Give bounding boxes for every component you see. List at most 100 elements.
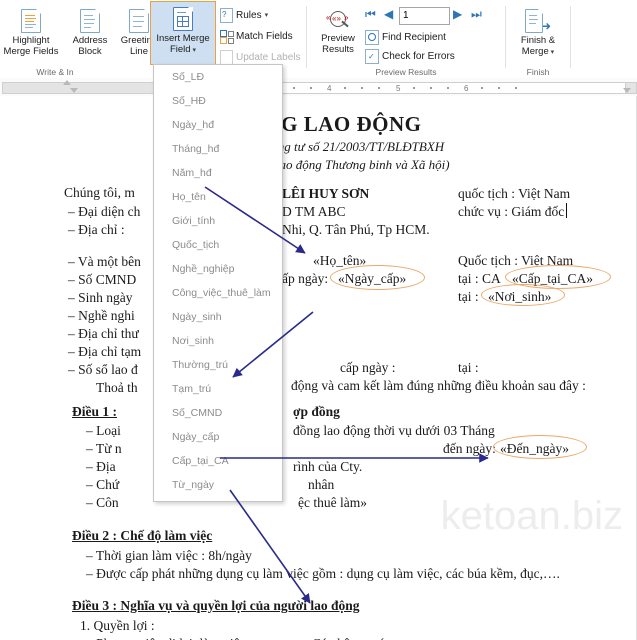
rules-button[interactable]: ? Rules ▾ <box>220 6 268 24</box>
field-ho-ten[interactable]: «Họ_tên» <box>313 253 366 269</box>
preview-results-label-2: Results <box>322 44 354 55</box>
field-noi-sinh[interactable]: «Nơi_sinh» <box>488 289 551 305</box>
ruler-dot <box>378 87 380 89</box>
finish-and-merge-icon: ➜ <box>509 3 567 33</box>
document-tai-plain: tại : <box>458 360 479 375</box>
ribbon-mailings-tab: Highlight Merge Fields Address Block Gre… <box>0 0 637 79</box>
check-for-errors-button[interactable]: ✓ Check for Errors <box>365 47 455 65</box>
menu-item-so-cmnd[interactable]: Số_CMND <box>154 401 282 425</box>
menu-item-quoc-tich[interactable]: Quốc_tịch <box>154 233 282 257</box>
document-thoa-thuan: Thoả th <box>96 380 138 395</box>
dieu1-item-right: nhân <box>308 477 335 492</box>
document-tai-ca-label: tại : CA <box>458 271 501 286</box>
insert-merge-field-icon <box>151 2 215 31</box>
dieu2-item: – Được cấp phát những dụng cụ làm việc g… <box>86 566 560 581</box>
insert-merge-field-label-2: Field <box>169 44 191 55</box>
text-cursor <box>566 203 567 218</box>
first-record-icon[interactable]: ⏮ <box>365 6 376 22</box>
insert-merge-field-menu[interactable]: Số_LĐ Số_HĐ Ngày_hđ Tháng_hđ Năm_hđ Họ_t… <box>153 64 283 502</box>
menu-item-nam-hd[interactable]: Năm_hđ <box>154 161 282 185</box>
ruler-tick-6: 6 <box>464 84 469 93</box>
rules-caret-icon[interactable]: ▾ <box>265 11 269 19</box>
document-left-line: – Đại diện ch <box>68 204 141 219</box>
check-for-errors-label: Check for Errors <box>382 50 455 62</box>
ruler-dot <box>361 87 363 89</box>
menu-item-thuong-tru[interactable]: Thường_trú <box>154 353 282 377</box>
dieu3-item: – Phương tiện đi lại, làm việc : <box>86 636 253 640</box>
field-cap-tai-ca[interactable]: «Cấp_tại_CA» <box>512 271 593 287</box>
menu-item-cap-tai-ca[interactable]: Cấp_tại_CA <box>154 449 282 473</box>
ruler-tick-4: 4 <box>327 84 332 93</box>
document-left-line: – Và một bên <box>68 254 141 269</box>
field-ngay-cap[interactable]: «Ngày_cấp» <box>338 271 406 287</box>
greeting-line-label-2: Line <box>130 46 148 57</box>
ruler-dot <box>344 87 346 89</box>
menu-item-tam-tru[interactable]: Tạm_trú <box>154 377 282 401</box>
insert-merge-field-caret-icon[interactable]: ▾ <box>191 47 197 54</box>
horizontal-ruler[interactable]: 3 4 5 6 <box>0 78 637 97</box>
record-number-input[interactable]: 1 <box>399 7 450 25</box>
find-recipient-button[interactable]: Find Recipient <box>365 28 446 46</box>
menu-item-den-ngay[interactable]: Đến_ngày <box>154 497 282 501</box>
document-quoc-tich-top: quốc tịch : Việt Nam <box>458 186 571 201</box>
finish-and-merge-caret-icon[interactable]: ▾ <box>549 49 555 56</box>
preview-results-icon: «» « » <box>309 3 367 31</box>
document-ca-nhan-tu-tuc: Cá nhân tự túc <box>312 636 391 640</box>
menu-item-thang-hd[interactable]: Tháng_hđ <box>154 137 282 161</box>
dieu1-item-left: – Từ n <box>86 441 122 456</box>
dieu1-item-right: đồng lao động thời vụ dưới 03 Tháng <box>293 423 495 438</box>
ruler-dot <box>481 87 483 89</box>
document-chuc-vu: chức vụ : Giám đốc <box>458 204 565 219</box>
ruler-left-margin <box>2 82 162 94</box>
address-block-label-2: Block <box>78 46 102 57</box>
document-left-line: – Nghề nghi <box>68 308 135 323</box>
preview-results-label-1: Preview <box>321 33 355 44</box>
menu-item-tu-ngay[interactable]: Từ_ngày <box>154 473 282 497</box>
dieu1-item-right: rình của Cty. <box>293 459 363 474</box>
document-left-line: – Số CMND <box>68 272 137 287</box>
previous-record-icon[interactable]: ◀ <box>384 6 393 22</box>
dieu2-item: – Thời gian làm việc : 8h/ngày <box>86 548 252 563</box>
document-canvas[interactable]: ĐỒNG LAO ĐỘNG eo Thông tư số 21/2003/TT/… <box>0 96 637 640</box>
finish-and-merge-button[interactable]: ➜ Finish & Merge ▾ <box>509 3 567 65</box>
document-page[interactable]: ĐỒNG LAO ĐỘNG eo Thông tư số 21/2003/TT/… <box>8 96 637 640</box>
first-line-indent-marker[interactable] <box>63 80 71 85</box>
menu-item-ngay-hd[interactable]: Ngày_hđ <box>154 113 282 137</box>
right-indent-marker[interactable] <box>623 88 631 93</box>
ruler-tick-5: 5 <box>396 84 401 93</box>
menu-item-ho-ten[interactable]: Họ_tên <box>154 185 282 209</box>
document-cap-ngay-plain: cấp ngày : <box>340 360 396 375</box>
rules-label: Rules <box>236 9 262 21</box>
menu-item-ngay-sinh[interactable]: Ngày_sinh <box>154 305 282 329</box>
menu-item-cong-viec-thue-lam[interactable]: Công_việc_thuê_làm <box>154 281 282 305</box>
hanging-indent-marker[interactable] <box>70 88 78 93</box>
menu-item-noi-sinh[interactable]: Nơi_sinh <box>154 329 282 353</box>
find-recipient-label: Find Recipient <box>382 31 446 43</box>
menu-item-nghe-nghiep[interactable]: Nghề_nghiệp <box>154 257 282 281</box>
next-record-icon[interactable]: ▶ <box>453 6 462 22</box>
dieu2-heading: Điều 2 : Chế độ làm việc <box>72 528 213 543</box>
highlight-merge-fields-button[interactable]: Highlight Merge Fields <box>2 3 60 65</box>
menu-item-gioi-tinh[interactable]: Giới_tính <box>154 209 282 233</box>
document-tai-label: tại : <box>458 289 479 304</box>
document-right-header-1: LÊI HUY SƠN <box>282 186 370 201</box>
highlight-merge-fields-label-2: Merge Fields <box>3 46 59 57</box>
dieu1-item-left: – Chứ <box>86 477 120 492</box>
last-record-icon[interactable]: ⏭ <box>471 6 482 22</box>
ruler-dot <box>447 87 449 89</box>
dieu1-item-left: – Côn <box>86 495 119 510</box>
ruler-dot <box>498 87 500 89</box>
insert-merge-field-label-1: Insert Merge <box>156 33 210 44</box>
document-intro: Chúng tôi, m <box>64 185 135 200</box>
field-den-ngay[interactable]: «Đến_ngày» <box>500 441 569 457</box>
dieu1-item-left: – Địa <box>86 459 116 474</box>
dieu1-item-right: ệc thuê làm» <box>298 495 367 510</box>
document-left-line: – Địa chỉ tạm <box>68 344 142 359</box>
menu-item-ngay-cap[interactable]: Ngày_cấp <box>154 425 282 449</box>
preview-results-button[interactable]: «» « » Preview Results <box>309 3 367 65</box>
match-fields-button[interactable]: Match Fields <box>220 27 293 45</box>
ruler-dot <box>310 87 312 89</box>
menu-item-so-ld[interactable]: Số_LĐ <box>154 65 282 89</box>
menu-item-so-hd[interactable]: Số_HĐ <box>154 89 282 113</box>
insert-merge-field-button[interactable]: Insert Merge Field ▾ <box>150 1 216 65</box>
